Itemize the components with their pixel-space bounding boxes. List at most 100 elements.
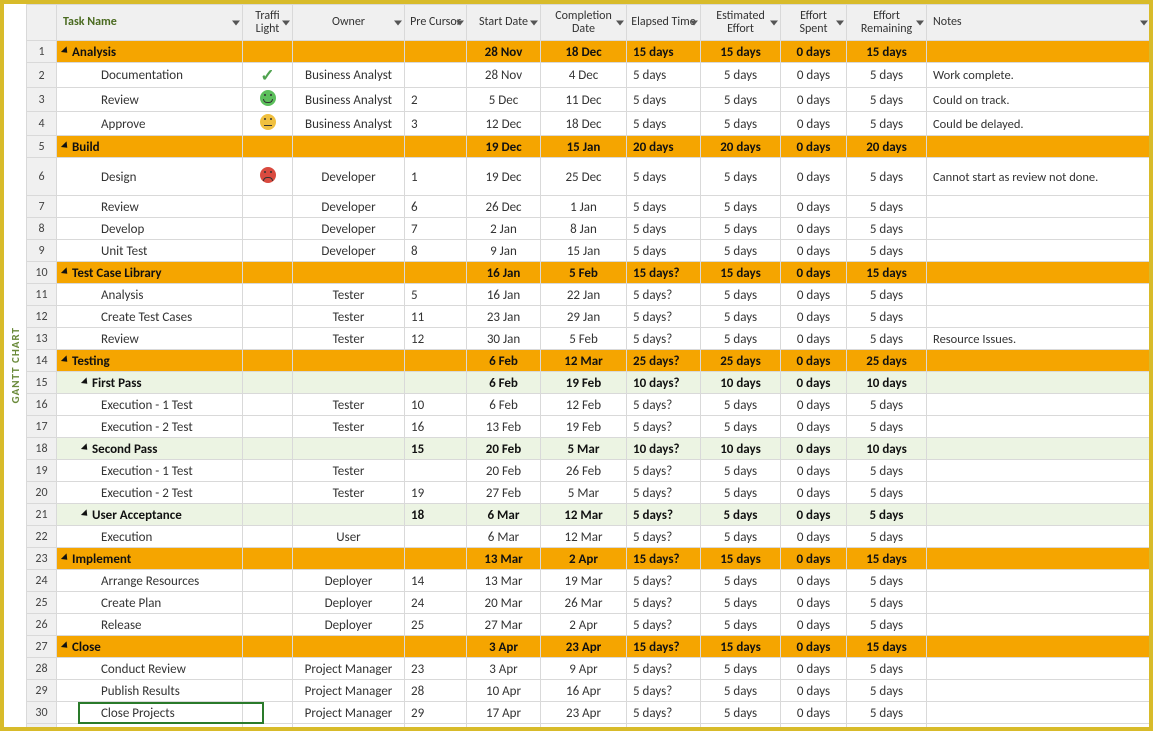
cell-owner[interactable]: Business Analyst — [293, 63, 405, 88]
row-number[interactable]: 29 — [27, 680, 57, 702]
cell-owner[interactable]: Business Analyst — [293, 112, 405, 136]
row-number[interactable]: 6 — [27, 158, 57, 196]
cell-estimated[interactable]: 5 days — [701, 328, 781, 350]
cell-task[interactable]: Testing — [57, 350, 243, 372]
cell-notes[interactable] — [927, 548, 1150, 570]
cell-traffic-light[interactable] — [243, 88, 293, 112]
cell-task[interactable]: First Pass — [57, 372, 243, 394]
cell-start[interactable]: 5 Dec — [467, 88, 541, 112]
cell-precursor[interactable]: 18 — [405, 504, 467, 526]
cell-elapsed[interactable]: 5 days? — [627, 702, 701, 724]
cell-spent[interactable]: 0 days — [781, 112, 847, 136]
cell-task[interactable]: Review — [57, 88, 243, 112]
cell-estimated[interactable]: 5 days — [701, 416, 781, 438]
cell-owner[interactable]: Tester — [293, 416, 405, 438]
cell-traffic-light[interactable] — [243, 614, 293, 636]
cell-remaining[interactable]: 5 days — [847, 240, 927, 262]
row-number[interactable]: 2 — [27, 63, 57, 88]
cell-spent[interactable]: 0 days — [781, 306, 847, 328]
cell-remaining[interactable]: 15 days — [847, 262, 927, 284]
cell-owner[interactable] — [293, 350, 405, 372]
table-row[interactable]: 19Execution - 1 TestTester20 Feb26 Feb5 … — [27, 460, 1150, 482]
cell-estimated[interactable]: 5 days — [701, 158, 781, 196]
cell-precursor[interactable]: 8 — [405, 240, 467, 262]
cell-remaining[interactable]: 5 days — [847, 394, 927, 416]
col-completion-date[interactable]: Completion Date — [541, 5, 627, 41]
cell-owner[interactable]: User — [293, 526, 405, 548]
cell-elapsed[interactable]: 5 days? — [627, 328, 701, 350]
row-number[interactable]: 19 — [27, 460, 57, 482]
cell-start[interactable]: 20 Feb — [467, 438, 541, 460]
cell-spent[interactable]: 0 days — [781, 262, 847, 284]
cell-notes[interactable] — [927, 438, 1150, 460]
cell-task[interactable]: Design — [57, 158, 243, 196]
cell-elapsed[interactable]: 5 days? — [627, 658, 701, 680]
cell-elapsed[interactable]: 5 days? — [627, 504, 701, 526]
cell-estimated[interactable]: 5 days — [701, 218, 781, 240]
cell-remaining[interactable]: 5 days — [847, 482, 927, 504]
row-number[interactable]: 27 — [27, 636, 57, 658]
cell-spent[interactable]: 0 days — [781, 41, 847, 63]
cell-traffic-light[interactable] — [243, 680, 293, 702]
cell-elapsed[interactable]: 15 days? — [627, 262, 701, 284]
cell-remaining[interactable]: 5 days — [847, 460, 927, 482]
cell-remaining[interactable]: 25 days — [847, 350, 927, 372]
cell-estimated[interactable]: 5 days — [701, 460, 781, 482]
cell-estimated[interactable]: 15 days — [701, 262, 781, 284]
cell-estimated[interactable]: 5 days — [701, 482, 781, 504]
cell-elapsed[interactable]: 5 days — [627, 240, 701, 262]
cell-remaining[interactable]: 5 days — [847, 306, 927, 328]
cell-owner[interactable] — [293, 41, 405, 63]
cell-elapsed[interactable]: 15 days? — [627, 548, 701, 570]
cell-notes[interactable]: Cannot start as review not done. — [927, 158, 1150, 196]
cell-completion[interactable]: 8 Jan — [541, 218, 627, 240]
cell-elapsed[interactable]: 5 days? — [627, 482, 701, 504]
row-number[interactable]: 13 — [27, 328, 57, 350]
row-number[interactable]: 7 — [27, 196, 57, 218]
cell-precursor[interactable]: 16 — [405, 416, 467, 438]
cell-elapsed[interactable]: 5 days — [627, 63, 701, 88]
col-pre-cursor[interactable]: Pre Cursor — [405, 5, 467, 41]
cell-owner[interactable] — [293, 724, 405, 728]
cell-owner[interactable]: Tester — [293, 284, 405, 306]
cell-completion[interactable]: 5 Feb — [541, 328, 627, 350]
cell-estimated[interactable]: 10 days — [701, 438, 781, 460]
cell-start[interactable]: 16 Jan — [467, 284, 541, 306]
table-row[interactable]: 8DevelopDeveloper72 Jan8 Jan5 days5 days… — [27, 218, 1150, 240]
cell-spent[interactable]: 0 days — [781, 702, 847, 724]
cell-estimated[interactable]: 5 days — [701, 504, 781, 526]
cell-owner[interactable] — [293, 262, 405, 284]
col-start-date[interactable]: Start Date — [467, 5, 541, 41]
cell-notes[interactable] — [927, 570, 1150, 592]
table-row[interactable]: 21User Acceptance186 Mar12 Mar5 days?5 d… — [27, 504, 1150, 526]
cell-completion[interactable]: 1 Jan — [541, 196, 627, 218]
cell-spent[interactable]: 0 days — [781, 438, 847, 460]
row-number[interactable]: 8 — [27, 218, 57, 240]
cell-notes[interactable] — [927, 136, 1150, 158]
cell-precursor[interactable]: 19 — [405, 482, 467, 504]
cell-estimated[interactable]: 5 days — [701, 526, 781, 548]
cell-precursor[interactable]: 24 — [405, 592, 467, 614]
cell-start[interactable]: 13 Mar — [467, 570, 541, 592]
table-row[interactable]: 16Execution - 1 TestTester106 Feb12 Feb5… — [27, 394, 1150, 416]
row-number[interactable]: 22 — [27, 526, 57, 548]
row-number[interactable]: 4 — [27, 112, 57, 136]
cell-elapsed[interactable]: 5 days? — [627, 570, 701, 592]
cell-precursor[interactable]: 7 — [405, 218, 467, 240]
cell-notes[interactable] — [927, 350, 1150, 372]
cell-notes[interactable]: Could be delayed. — [927, 112, 1150, 136]
cell-task[interactable]: Conduct Review — [57, 658, 243, 680]
cell-task[interactable]: Close Projects — [57, 702, 243, 724]
cell-notes[interactable] — [927, 636, 1150, 658]
row-number[interactable]: 3 — [27, 88, 57, 112]
cell-precursor[interactable]: 14 — [405, 570, 467, 592]
row-number[interactable]: 9 — [27, 240, 57, 262]
cell-estimated[interactable]: 5 days — [701, 680, 781, 702]
cell-start[interactable]: 12 Dec — [467, 112, 541, 136]
col-owner[interactable]: Owner — [293, 5, 405, 41]
table-row[interactable]: 2Documentation✓Business Analyst28 Nov4 D… — [27, 63, 1150, 88]
outline-toggle-icon[interactable] — [61, 641, 70, 650]
cell-spent[interactable]: 0 days — [781, 548, 847, 570]
cell-completion[interactable]: 19 Feb — [541, 372, 627, 394]
cell-task[interactable]: Execution — [57, 526, 243, 548]
